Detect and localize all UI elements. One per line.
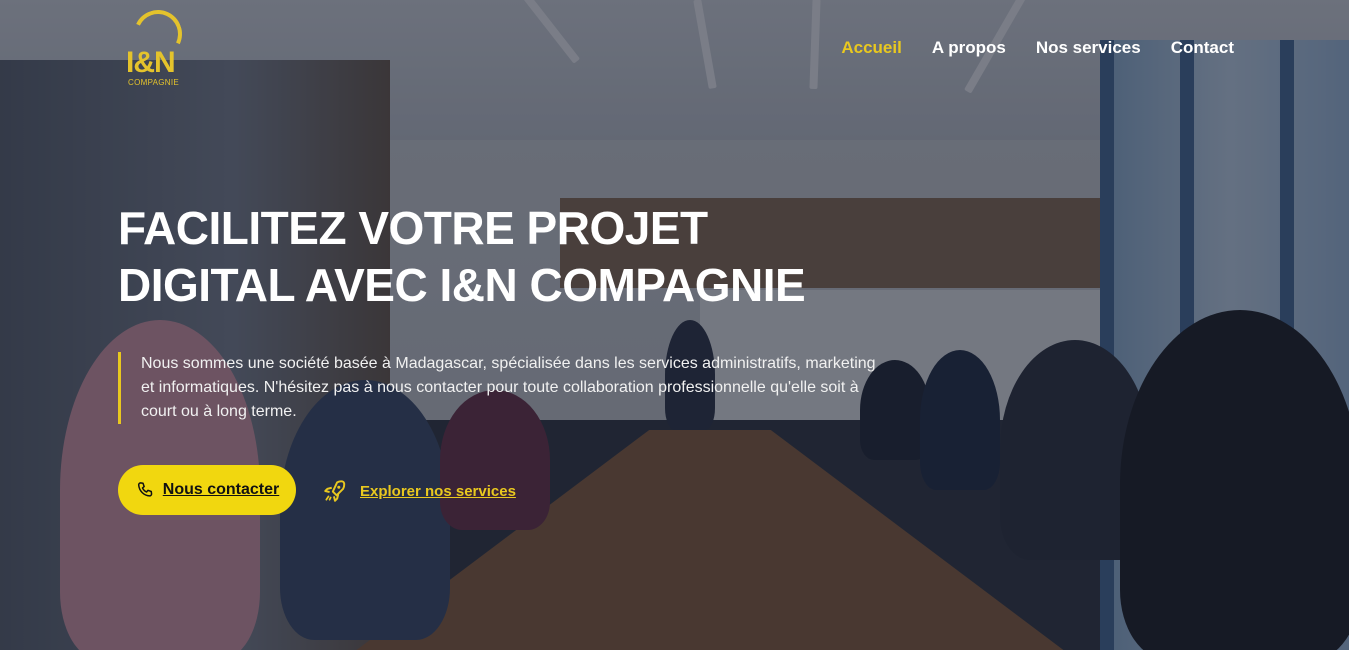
rocket-icon [324, 480, 346, 502]
nav-item-contact[interactable]: Contact [1171, 38, 1234, 58]
hero-section [0, 0, 1349, 650]
phone-icon [137, 482, 153, 497]
hero-headline-line1: FACILITEZ VOTRE PROJET [118, 202, 708, 254]
explore-services-link[interactable]: Explorer nos services [322, 478, 516, 504]
hero-intro-text: Nous sommes une société basée à Madagasc… [118, 352, 881, 424]
company-logo[interactable]: I&N COMPAGNIE [126, 3, 190, 88]
nav-item-a-propos[interactable]: A propos [932, 38, 1006, 58]
contact-button-label: Nous contacter [162, 481, 280, 498]
hero-headline: FACILITEZ VOTRE PROJET DIGITAL AVEC I&N … [118, 200, 878, 314]
explore-services-label: Explorer nos services [360, 482, 516, 500]
logo-subtext: COMPAGNIE [128, 78, 180, 87]
nav-item-nos-services[interactable]: Nos services [1036, 38, 1141, 58]
logo-text: I&N [126, 46, 176, 79]
main-nav: Accueil A propos Nos services Contact [841, 38, 1234, 58]
nav-item-accueil[interactable]: Accueil [841, 38, 901, 58]
contact-button[interactable]: Nous contacter [118, 465, 296, 515]
hero-headline-line2: DIGITAL AVEC I&N COMPAGNIE [118, 259, 806, 311]
dark-overlay [0, 0, 1349, 650]
